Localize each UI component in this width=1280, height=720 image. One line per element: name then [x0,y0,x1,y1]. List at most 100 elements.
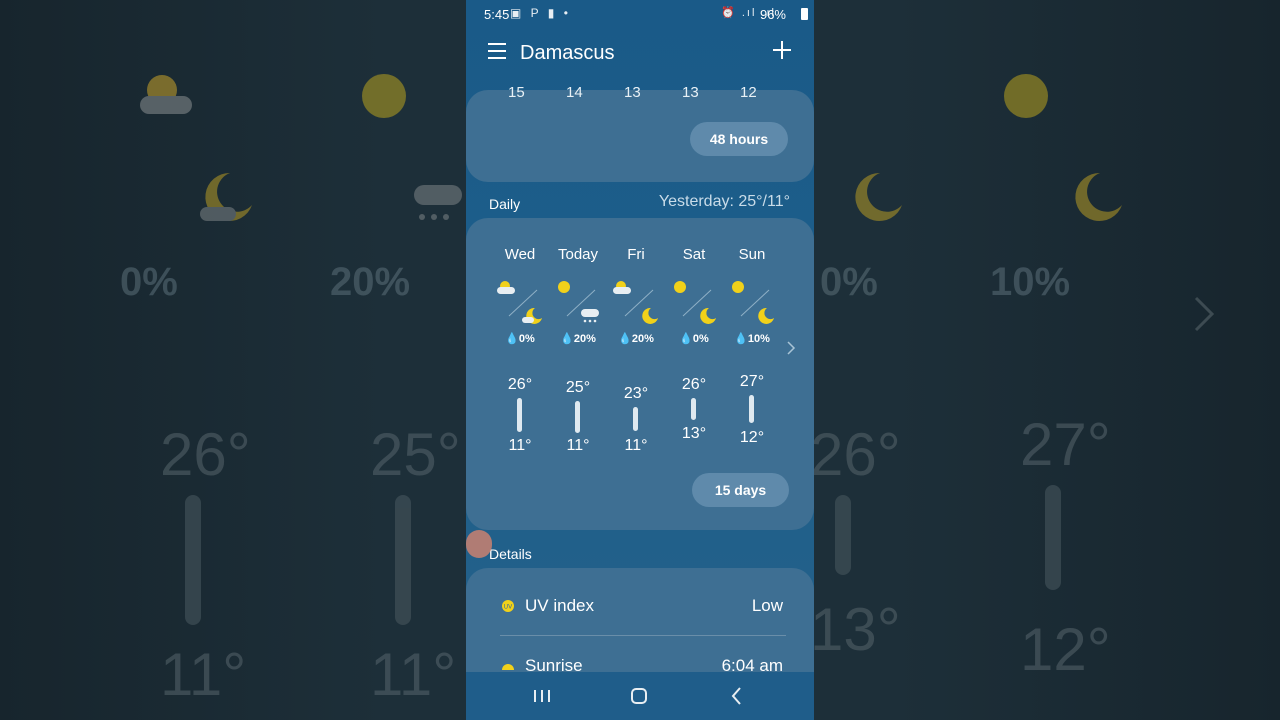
precip-percent: 💧20% [549,332,607,345]
precip-percent: 💧20% [607,332,665,345]
hourly-temps: 15 14 13 13 12 [466,84,814,102]
temp-range-bar [691,398,696,420]
low-temp: 11° [624,437,648,454]
chevron-right-icon [1194,296,1215,332]
moon-icon [758,307,774,324]
bg-temp-bar [185,495,201,625]
status-time: 5:45 [484,7,510,22]
bg-high: 26° [810,421,901,488]
high-temp: 23° [623,385,649,402]
add-location-button[interactable] [772,40,792,60]
day-name: Fri [627,246,645,263]
temp-range-bar [575,401,580,433]
moon-icon [1075,172,1122,221]
bg-low: 13° [810,596,901,663]
bg-low: 11° [370,641,457,708]
day-column-sat[interactable]: Sat 💧0% 26° 13° [665,218,723,468]
temp-range-bar [749,395,754,423]
high-temp: 26° [507,376,533,393]
bg-temp-bar [1045,485,1061,590]
hourly-temp: 13 [682,84,699,101]
droplet-icon: 💧 [505,333,519,345]
48-hours-button[interactable]: 48 hours [690,122,788,156]
daily-section-label: Daily [489,196,521,212]
bg-high: 27° [1020,411,1111,478]
home-icon[interactable] [619,682,659,710]
precip-value: 0% [692,333,709,345]
detail-label: UV index [525,596,594,615]
precip-value: 10% [747,333,770,345]
day-name: Sun [738,246,766,263]
day-name: Wed [504,246,536,263]
back-icon[interactable] [717,682,757,710]
yesterday-temps: Yesterday: 25°/11° [658,193,790,210]
droplet-icon: 💧 [679,333,693,345]
15-days-button[interactable]: 15 days [692,473,789,507]
bg-temp-bar [835,495,851,575]
low-temp: 12° [739,429,765,446]
low-temp: 13° [681,425,707,442]
moon-icon [700,307,716,324]
details-divider [500,635,786,636]
high-temp: 26° [681,376,707,393]
status-bar: 5:45 ▣ P ▮ • ⏰ .ıl .ıl 96% [466,0,814,28]
bg-high: 26° [160,421,251,488]
hourly-temp: 15 [508,84,525,101]
low-temp: 11° [508,437,532,454]
bg-precip: 0% [820,260,878,304]
moon-icon [642,307,658,324]
hourly-forecast-card: 15 14 13 13 12 48 hours [466,84,814,182]
rain-cloud-icon [414,185,462,220]
moon-icon [855,172,902,221]
precip-percent: 💧0% [665,332,723,345]
partly-cloudy-night-icon [522,307,542,324]
bg-high: 25° [370,421,461,488]
recents-icon[interactable] [522,682,562,710]
bg-column: 20% 25° 11° [330,0,462,720]
hourly-temp: 12 [740,84,757,101]
day-name: Today [557,246,599,263]
droplet-icon: 💧 [618,333,632,345]
hourly-temp: 14 [566,84,583,101]
navigation-bar [466,672,814,720]
sun-icon [362,74,406,118]
bg-precip: 0% [120,260,178,304]
precip-percent: 💧10% [723,332,781,345]
bg-temp-bar [395,495,411,625]
details-section-label: Details [489,546,532,562]
app-bar: Damascus [466,30,814,76]
day-column-fri[interactable]: Fri 💧20% 23° 11° [607,218,665,468]
rain-cloud-icon [581,309,599,323]
city-title: Damascus [520,42,615,64]
high-temp: 27° [739,373,765,390]
daily-forecast-card: Wed 💧0% 26° 11° Today 💧20% 25° 11° Fri 💧… [466,218,814,530]
battery-level: 96% [759,7,786,22]
sun-icon [1004,74,1048,118]
uv-index-row[interactable]: UV UV index Low [466,588,814,626]
day-column-wed[interactable]: Wed 💧0% 26° 11° [491,218,549,468]
menu-icon[interactable] [488,43,506,59]
bg-column: 10% 27° 12° [990,0,1122,720]
temp-range-bar [517,398,522,432]
chevron-right-icon[interactable] [786,340,796,356]
precip-value: 20% [573,333,596,345]
precip-percent: 💧0% [491,332,549,345]
droplet-icon: 💧 [560,333,574,345]
high-temp: 25° [565,379,591,396]
partly-cloudy-icon [140,75,192,114]
floating-bubble[interactable] [466,530,492,558]
svg-text:UV: UV [504,604,513,611]
day-column-sun[interactable]: Sun 💧10% 27° 12° [723,218,781,468]
bg-low: 11° [160,641,247,708]
temp-range-bar [633,407,638,431]
low-temp: 11° [566,437,590,454]
day-column-today[interactable]: Today 💧20% 25° 11° [549,218,607,468]
precip-value: 0% [518,333,535,345]
moon-icon [200,172,252,221]
detail-value: Low [751,596,783,615]
uv-icon: UV [502,600,514,612]
bg-low: 12° [1020,616,1111,683]
phone-screen: 5:45 ▣ P ▮ • ⏰ .ıl .ıl 96% Damascus 15 1… [466,0,814,720]
notification-icons: ▣ P ▮ • [510,6,571,20]
bg-column: 0% 26° 11° [120,0,252,720]
